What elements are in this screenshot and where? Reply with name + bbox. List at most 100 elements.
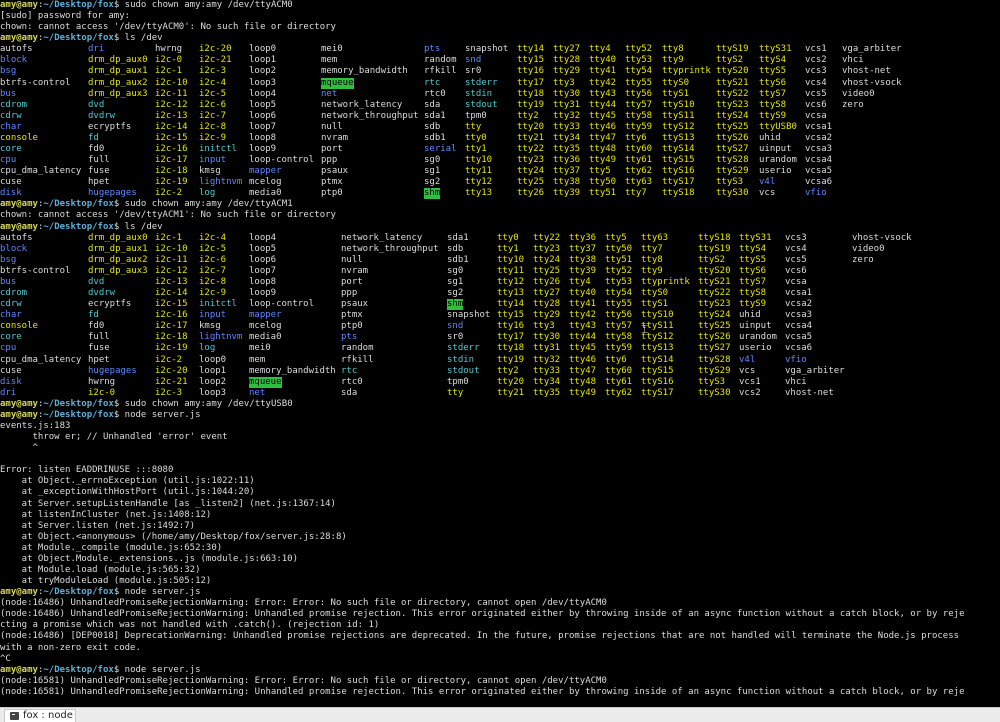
prompt-user: amy@amy <box>0 587 38 598</box>
ls-entry: ttyS6 <box>759 77 787 88</box>
output-line: at Module._compile (module.js:652:30) <box>0 542 223 553</box>
ls-entry: i2c-19 <box>155 177 188 188</box>
ls-entry: loop3 <box>199 387 227 398</box>
ls-entry: tty22 <box>517 144 545 155</box>
ls-entry: disk <box>0 376 22 387</box>
ls-entry: i2c-10 <box>155 243 188 254</box>
ls-entry: tty21 <box>497 387 525 398</box>
ls-entry: ttyS4 <box>739 243 767 254</box>
ls-entry: mem <box>321 55 338 66</box>
ls-entry: sg0 <box>447 265 464 276</box>
prompt-path: ~/Desktop/fox <box>43 664 114 675</box>
ls-entry: mqueue <box>321 77 354 89</box>
ls-row: bsg drm_dp_aux2 i2c-11 i2c-6 loop6 null sdb1 tt… <box>0 255 1000 266</box>
output-line: [sudo] password for amy: <box>0 11 131 22</box>
ls-entry: fd <box>88 132 99 143</box>
ls-entry: i2c-1 <box>155 232 183 243</box>
ls-entry: i2c-8 <box>199 121 227 132</box>
ls-entry: tty26 <box>533 276 561 287</box>
ls-entry: tty11 <box>497 265 525 276</box>
ls-entry: tty56 <box>625 88 653 99</box>
ls-entry: tty51 <box>589 188 617 199</box>
ls-entry: tty61 <box>625 155 653 166</box>
ls-entry: tty5 <box>589 166 611 177</box>
ls-entry: tty35 <box>553 144 581 155</box>
ls-entry: tty27 <box>553 44 581 55</box>
ls-entry: fuse <box>88 343 110 354</box>
ls-entry: tty26 <box>517 188 545 199</box>
ls-entry: vga_arbiter <box>785 365 845 376</box>
ls-entry: vhci <box>785 376 807 387</box>
ls-entry: tty55 <box>605 299 633 310</box>
ls-entry: rtc0 <box>424 88 446 99</box>
ls-entry: tty42 <box>589 77 617 88</box>
ls-entry: memory_bandwidth <box>249 365 336 376</box>
ls-entry: ttyS2 <box>698 254 726 265</box>
ls-entry: tty55 <box>625 77 653 88</box>
ls-entry: i2c-15 <box>155 299 188 310</box>
ls-entry: hwrng <box>155 44 183 55</box>
prompt-symbol: $ <box>113 199 125 210</box>
terminal-output[interactable]: amy@amy:~/Desktop/fox$ sudo chown amy:am… <box>0 0 1000 707</box>
ls-entry: tty <box>465 121 482 132</box>
ls-entry: ttyS26 <box>716 132 749 143</box>
ls-entry: cpu_dma_latency <box>0 354 82 365</box>
ls-entry: tty45 <box>589 110 617 121</box>
ls-entry: tty49 <box>589 155 617 166</box>
ls-entry: kmsg <box>199 166 221 177</box>
ls-entry: dri <box>0 387 17 398</box>
ls-entry: tty40 <box>589 55 617 66</box>
ls-entry: ttyS30 <box>698 387 731 398</box>
ls-row: btrfs-control drm_dp_aux3 i2c-12 i2c-7 loop7… <box>0 266 1000 277</box>
ls-entry: tty23 <box>533 243 561 254</box>
ls-row: block drm_dp_aux0 i2c-0 i2c-21 loop1 mem rando… <box>0 55 1000 66</box>
ls-entry: snapshot <box>447 310 491 321</box>
ls-entry: log <box>199 343 216 354</box>
command-text: ls /dev <box>124 221 163 232</box>
output-line: (node:16486) [DEP0018] DeprecationWarnin… <box>0 631 960 642</box>
ls-entry: sr0 <box>465 66 482 77</box>
ls-entry: ttyS16 <box>662 166 695 177</box>
ls-entry: tty28 <box>533 299 561 310</box>
output-line: chown: cannot access '/dev/ttyACM0': No … <box>0 22 336 33</box>
ls-entry: loop8 <box>249 132 277 143</box>
ls-entry: mcelog <box>249 321 282 332</box>
ls-entry: vhost-vsock <box>842 77 902 88</box>
ls-entry: tty54 <box>605 288 633 299</box>
terminal-tab[interactable]: fox : node <box>4 709 76 722</box>
output-line: ^ <box>0 443 38 454</box>
ls-entry: serial <box>424 144 457 155</box>
ls-entry: dri <box>88 44 105 55</box>
ls-entry: rtc <box>341 365 358 376</box>
ls-entry: i2c-14 <box>155 288 188 299</box>
ls-entry: fd0 <box>88 321 105 332</box>
ls-entry: i2c-3 <box>199 66 227 77</box>
ls-entry: tty1 <box>465 144 487 155</box>
ls-entry: sda1 <box>424 110 446 121</box>
ls-entry: pts <box>424 44 441 55</box>
ls-entry: null <box>341 254 363 265</box>
ls-entry: initctl <box>199 299 237 310</box>
ls-entry: loop9 <box>249 144 277 155</box>
ls-entry: loop-control <box>249 299 315 310</box>
ls-entry: vcs <box>739 365 756 376</box>
ls-entry: tty24 <box>517 166 545 177</box>
ls-entry: loop3 <box>249 77 277 88</box>
ls-entry: vcs5 <box>785 254 807 265</box>
output-line: (node:16581) UnhandledPromiseRejectionWa… <box>0 686 965 697</box>
ls-entry: i2c-5 <box>199 88 227 99</box>
ls-entry: vcsa5 <box>805 166 833 177</box>
ls-entry: i2c-11 <box>155 88 188 99</box>
ls-entry: userio <box>739 343 772 354</box>
ls-entry: ttyS5 <box>759 66 787 77</box>
ls-entry: tty9 <box>641 265 663 276</box>
ls-entry: vcsa1 <box>785 288 813 299</box>
ls-entry: i2c-5 <box>199 243 227 254</box>
ls-entry: tty1 <box>497 243 519 254</box>
ls-entry: cdrw <box>0 299 22 310</box>
ls-entry: ttyS14 <box>641 354 674 365</box>
ls-entry: vcsa2 <box>805 132 833 143</box>
ls-entry: loop9 <box>249 288 277 299</box>
ls-entry: drm_dp_aux1 <box>88 243 148 254</box>
ls-entry: uhid <box>739 310 761 321</box>
